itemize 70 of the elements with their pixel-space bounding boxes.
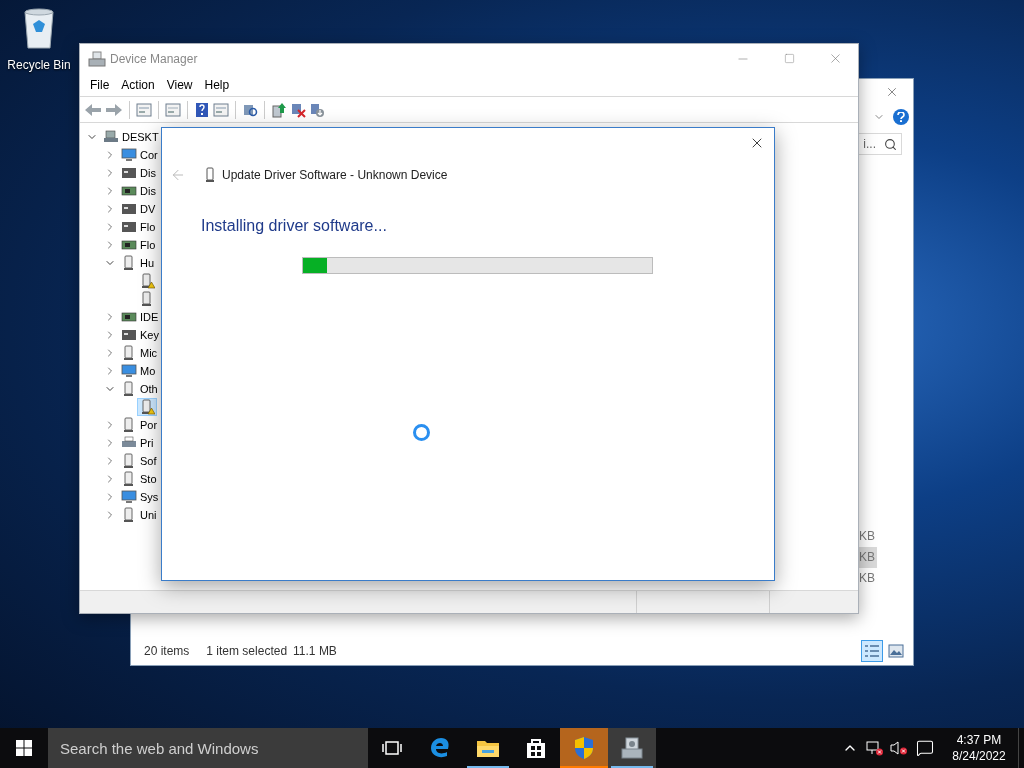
help-icon[interactable] bbox=[893, 109, 909, 125]
tree-item[interactable]: Cor bbox=[140, 147, 158, 163]
tree-item[interactable]: Sof bbox=[140, 453, 157, 469]
tree-item[interactable]: IDE bbox=[140, 309, 159, 325]
tree-item[interactable]: DESKT bbox=[122, 129, 159, 145]
loading-spinner-icon bbox=[413, 424, 430, 441]
menu-item[interactable]: View bbox=[160, 75, 199, 94]
tree-item[interactable]: DV bbox=[140, 201, 156, 217]
drive-icon bbox=[121, 165, 137, 181]
device-icon bbox=[204, 167, 216, 183]
selection-status: 1 item selected bbox=[206, 643, 288, 660]
device-manager-icon[interactable] bbox=[620, 736, 644, 760]
uninstall-device-icon[interactable] bbox=[309, 101, 325, 118]
tree-item[interactable]: Oth bbox=[140, 381, 158, 397]
drive-icon bbox=[121, 219, 137, 235]
search-box[interactable]: Search the web and Windows bbox=[48, 728, 368, 768]
taskbar-app[interactable] bbox=[608, 728, 656, 768]
monitor-icon bbox=[121, 363, 137, 379]
file-size-cell: KB bbox=[857, 547, 877, 568]
forward-arrow-icon[interactable] bbox=[105, 101, 123, 118]
computer-icon bbox=[103, 129, 119, 145]
clock[interactable]: 4:37 PM 8/24/2022 bbox=[944, 732, 1014, 764]
tree-item[interactable]: Dis bbox=[140, 183, 156, 199]
menu-item[interactable]: Help bbox=[198, 75, 236, 94]
item-count: 20 items bbox=[144, 643, 190, 660]
shield-icon[interactable] bbox=[573, 736, 595, 760]
disable-device-icon[interactable] bbox=[290, 101, 306, 118]
back-arrow-icon[interactable] bbox=[84, 101, 102, 118]
circuit-board-icon bbox=[121, 183, 137, 199]
tree-item[interactable]: Uni bbox=[140, 507, 157, 523]
desktop-icon-label[interactable]: Recycle Bin bbox=[7, 56, 71, 74]
monitor-icon bbox=[121, 147, 137, 163]
dialog-heading: Installing driver software... bbox=[201, 216, 388, 236]
tree-item[interactable]: Mic bbox=[140, 345, 158, 361]
speaker-muted-icon[interactable] bbox=[890, 740, 908, 756]
file-size-cell-text: KB bbox=[858, 570, 876, 587]
notifications-icon[interactable] bbox=[916, 739, 934, 757]
tree-item[interactable]: Hu bbox=[140, 255, 155, 271]
tree-item[interactable]: Sto bbox=[140, 471, 157, 487]
search-icon[interactable] bbox=[884, 137, 897, 151]
circuit-board-icon bbox=[121, 309, 137, 325]
help-icon[interactable] bbox=[194, 101, 210, 118]
tree-item[interactable]: Key bbox=[140, 327, 159, 343]
close-icon[interactable] bbox=[885, 85, 899, 99]
tree-item[interactable]: Dis bbox=[140, 165, 156, 181]
device-manager-icon bbox=[88, 50, 106, 67]
dialog-title: Update Driver Software - Unknown Device bbox=[222, 167, 448, 184]
browser-icon[interactable] bbox=[429, 737, 451, 759]
window-title: Device Manager bbox=[110, 50, 198, 68]
selection-size: 11.1 MB bbox=[293, 643, 337, 660]
tree-item[interactable]: Flo bbox=[140, 237, 156, 253]
network-disconnected-icon[interactable] bbox=[866, 740, 884, 756]
tree-item[interactable]: Sys bbox=[140, 489, 159, 505]
tree-item[interactable]: Mo bbox=[140, 363, 156, 379]
update-driver-icon[interactable] bbox=[271, 101, 287, 118]
task-view-icon[interactable] bbox=[382, 740, 402, 756]
store-icon[interactable] bbox=[525, 737, 547, 759]
menu-item[interactable]: File bbox=[84, 75, 116, 94]
maximize-icon[interactable] bbox=[783, 53, 795, 64]
tree-item[interactable]: Pri bbox=[140, 435, 154, 451]
monitor-icon bbox=[121, 489, 137, 505]
file-size-cell-text: KB bbox=[858, 528, 876, 545]
drive-icon bbox=[121, 327, 137, 343]
menu-item[interactable]: Action bbox=[115, 75, 161, 94]
circuit-board-icon bbox=[121, 237, 137, 253]
tree-item[interactable]: Por bbox=[140, 417, 158, 433]
folder-icon[interactable] bbox=[476, 738, 500, 758]
tree-item[interactable]: Flo bbox=[140, 219, 156, 235]
windows-logo-icon[interactable] bbox=[16, 740, 32, 756]
drive-icon bbox=[121, 201, 137, 217]
